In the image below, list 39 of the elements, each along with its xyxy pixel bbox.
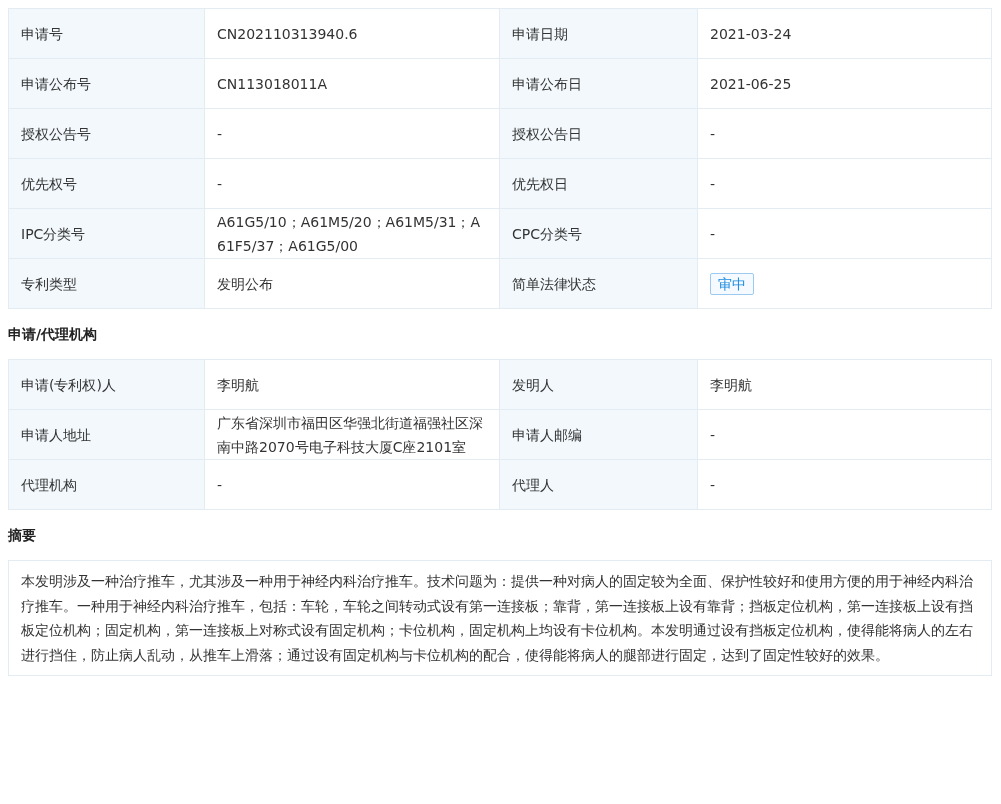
field-label: 申请号: [21, 24, 63, 44]
field-label: 申请人邮编: [512, 425, 582, 445]
field-label: CPC分类号: [512, 224, 582, 244]
field-label: 代理机构: [21, 475, 77, 495]
field-label: 申请公布日: [512, 74, 582, 94]
field-label: 授权公告日: [512, 124, 582, 144]
field-value: -: [710, 425, 716, 445]
field-label: 优先权日: [512, 174, 568, 194]
status-tag: 审中: [710, 272, 754, 295]
field-value: 2021-06-25: [710, 74, 792, 94]
field-value: -: [217, 174, 223, 194]
field-value: -: [217, 475, 223, 495]
field-label: 简单法律状态: [512, 274, 596, 294]
field-value: A61G5/10；A61M5/20；A61M5/31；A61F5/37；A61G5/00: [217, 212, 482, 256]
field-label: 申请日期: [512, 24, 568, 44]
field-label: 优先权号: [21, 174, 77, 194]
field-label: 申请(专利权)人: [21, 375, 116, 395]
field-label: 代理人: [512, 475, 554, 495]
field-value: 2021-03-24: [710, 24, 792, 44]
field-value: -: [710, 224, 716, 244]
abstract-text: 本发明涉及一种治疗推车，尤其涉及一种用于神经内科治疗推车。技术问题为：提供一种对病人的固定较为全面、保护性较好和使用方便的用于神经内科治疗推车。一种用于神经内科治疗推车，包括：车轮，车轮之间转动式设有第一连接板；靠背，第一连接板上设有靠背；挡板定位机构，第一连接板上设有挡板定位机构；固定机构，第一连接板上对称式设有固定机构；卡位机构，固定机构上均设有卡位机构。本发明通过设有挡板定位机构，使得能将病人的左右进行挡住，防止病人乱动，从推车上滑落；通过设有固定机构与卡位机构的配合，使得能将病人的腿部进行固定，达到了固定性较好的效果。: [8, 560, 992, 676]
field-value: -: [710, 475, 716, 495]
field-label: 专利类型: [21, 274, 77, 294]
field-label: 申请公布号: [21, 74, 91, 94]
field-value: 发明公布: [217, 274, 273, 294]
field-label: 授权公告号: [21, 124, 91, 144]
field-label: IPC分类号: [21, 224, 86, 244]
field-value: CN202110313940.6: [217, 24, 358, 44]
field-label: 发明人: [512, 375, 554, 395]
field-value: 广东省深圳市福田区华强北街道福强社区深南中路2070号电子科技大厦C座2101室: [217, 413, 484, 457]
field-value: CN113018011A: [217, 74, 327, 94]
field-value: 李明航: [710, 375, 752, 395]
field-label: 申请人地址: [21, 425, 91, 445]
section-title: 摘要: [8, 526, 37, 545]
field-value: 李明航: [217, 375, 259, 395]
field-value: -: [710, 174, 716, 194]
field-value: -: [710, 124, 716, 144]
field-value: -: [217, 124, 223, 144]
section-title: 申请/代理机构: [8, 325, 99, 344]
